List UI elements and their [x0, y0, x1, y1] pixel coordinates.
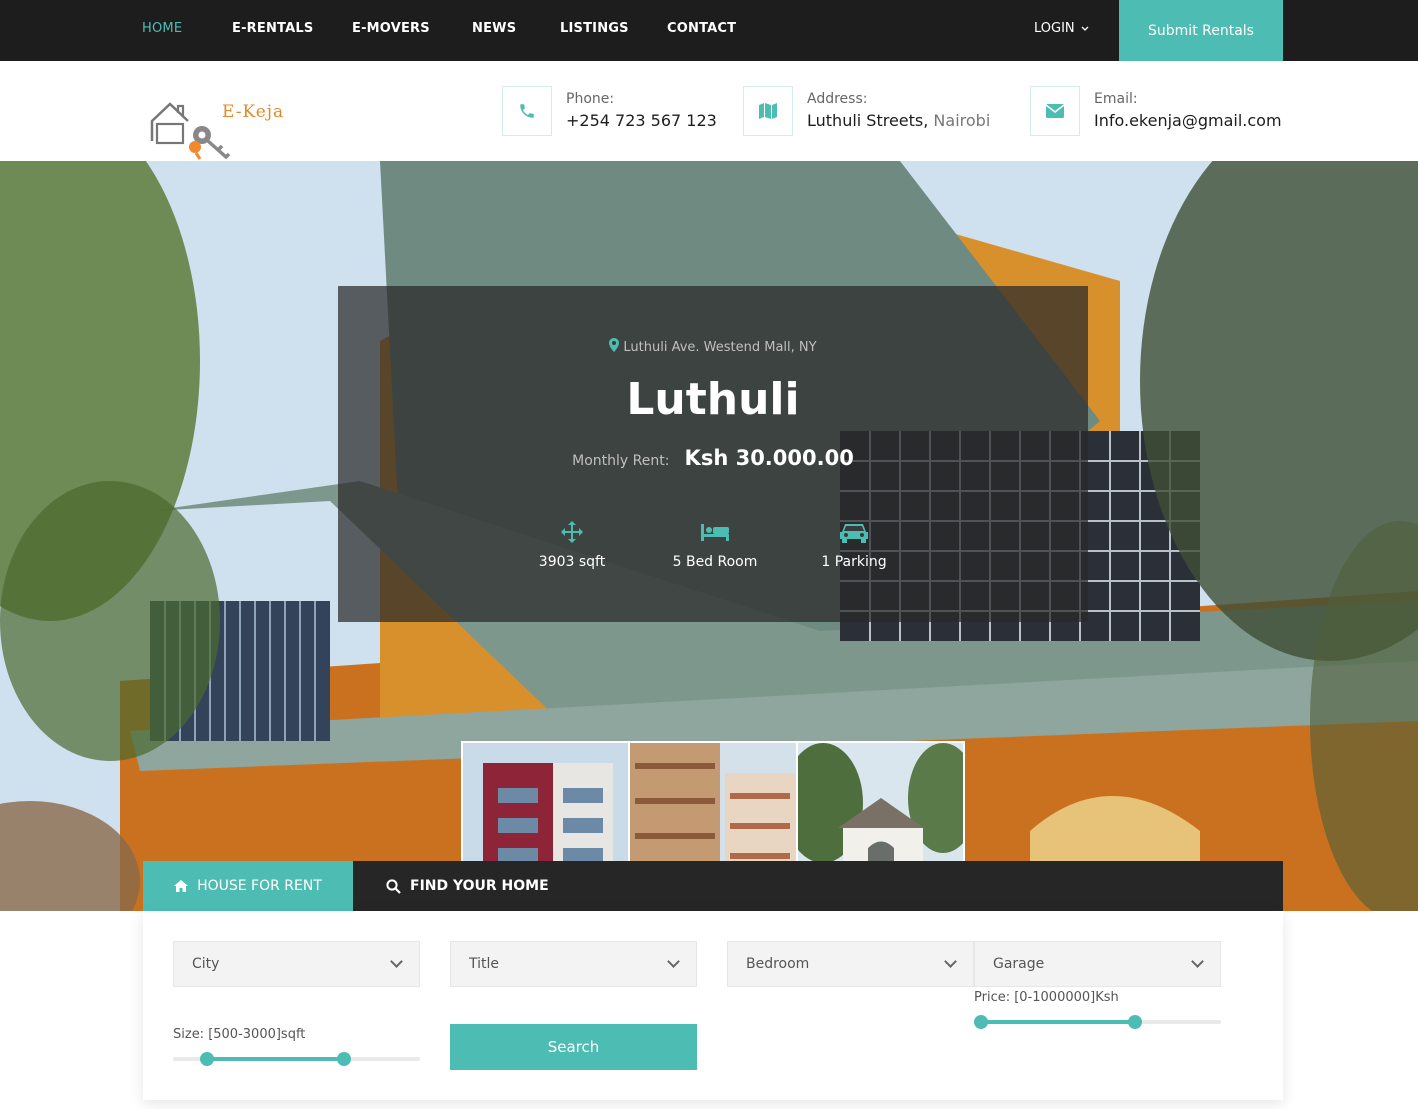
bedroom-select-value: Bedroom: [746, 956, 810, 972]
login-label: LOGIN: [1034, 21, 1075, 36]
city-select-value: City: [192, 956, 220, 972]
home-icon: [174, 880, 189, 892]
size-range-min-handle[interactable]: [200, 1052, 214, 1066]
phone-value: +254 723 567 123: [566, 111, 717, 130]
car-icon: [840, 524, 868, 543]
feature-area-label: 3903 sqft: [538, 554, 606, 570]
feature-parking: 1 Parking: [794, 518, 914, 570]
search-button[interactable]: Search: [450, 1024, 697, 1070]
monthly-rent: Monthly Rent: Ksh 30.000.00: [338, 446, 1088, 470]
size-range-label: Size: [500-3000]sqft: [173, 1027, 306, 1042]
chevron-down-icon: [944, 955, 957, 968]
property-location-text: Luthuli Ave. Westend Mall, NY: [623, 340, 817, 355]
nav-e-rentals[interactable]: E-RENTALS: [232, 21, 313, 36]
nav-news[interactable]: NEWS: [472, 21, 516, 36]
nav-home[interactable]: HOME: [142, 21, 182, 36]
price-range-slider[interactable]: [974, 1015, 1221, 1029]
price-range-min-handle[interactable]: [974, 1015, 988, 1029]
rent-label: Monthly Rent:: [572, 453, 670, 469]
address-contact: Address: Luthuli Streets, Nairobi: [743, 86, 990, 136]
feature-bedrooms: 5 Bed Room: [655, 518, 775, 570]
email-value[interactable]: Info.ekenja@gmail.com: [1094, 109, 1282, 133]
garage-select[interactable]: Garage: [974, 941, 1221, 987]
price-range-max-handle[interactable]: [1128, 1015, 1142, 1029]
map-marker-icon: [609, 338, 620, 352]
site-header: E-Keja Phone: +254 723 567 123 Address: …: [0, 61, 1418, 161]
property-info-card: Luthuli Ave. Westend Mall, NY Luthuli Mo…: [338, 286, 1088, 622]
title-select-value: Title: [469, 956, 500, 972]
chevron-down-icon: [390, 955, 403, 968]
feature-area: 3903 sqft: [512, 518, 632, 570]
tab-find-your-home[interactable]: FIND YOUR HOME: [386, 861, 549, 911]
size-range-fill: [207, 1057, 344, 1061]
address-label: Address:: [807, 91, 868, 107]
garage-select-value: Garage: [993, 956, 1045, 972]
chevron-down-icon: [1191, 955, 1204, 968]
arrows-move-icon: [561, 521, 583, 543]
top-navbar: HOME E-RENTALS E-MOVERS NEWS LISTINGS CO…: [0, 0, 1418, 61]
property-title: Luthuli: [626, 374, 800, 425]
email-contact: Email: Info.ekenja@gmail.com: [1030, 86, 1282, 136]
nav-e-movers[interactable]: E-MOVERS: [352, 21, 430, 36]
size-range-max-handle[interactable]: [337, 1052, 351, 1066]
address-value: Luthuli Streets, Nairobi: [807, 109, 990, 133]
nav-contact[interactable]: CONTACT: [667, 21, 736, 36]
property-location: Luthuli Ave. Westend Mall, NY: [338, 338, 1088, 355]
rent-value: Ksh 30.000.00: [684, 446, 854, 470]
hero-banner: Luthuli Ave. Westend Mall, NY Luthuli Mo…: [0, 161, 1418, 911]
bedroom-select[interactable]: Bedroom: [727, 941, 974, 987]
logo-text: E-Keja: [222, 102, 285, 122]
nav-listings[interactable]: LISTINGS: [560, 21, 629, 36]
city-select[interactable]: City: [173, 941, 420, 987]
chevron-down-icon: [1081, 26, 1089, 31]
phone-contact: Phone: +254 723 567 123: [502, 86, 717, 136]
bed-icon: [701, 524, 729, 541]
price-range-fill: [981, 1020, 1135, 1024]
login-dropdown[interactable]: LOGIN: [1034, 21, 1089, 36]
address-street: Luthuli Streets,: [807, 111, 929, 130]
search-tabs: HOUSE FOR RENT FIND YOUR HOME: [143, 861, 1283, 911]
feature-bedrooms-label: 5 Bed Room: [672, 554, 758, 570]
tab-house-for-rent[interactable]: HOUSE FOR RENT: [143, 861, 353, 911]
chevron-down-icon: [667, 955, 680, 968]
search-icon: [386, 878, 401, 894]
tab-house-for-rent-label: HOUSE FOR RENT: [197, 878, 322, 894]
phone-icon: [502, 86, 552, 136]
email-label: Email:: [1094, 91, 1138, 107]
tab-find-your-home-label: FIND YOUR HOME: [410, 878, 549, 894]
size-range-slider[interactable]: [173, 1052, 420, 1066]
title-select[interactable]: Title: [450, 941, 697, 987]
phone-label: Phone:: [566, 91, 615, 107]
search-form: City Title Bedroom Garage Price: [0-1000…: [143, 911, 1283, 1100]
submit-rentals-button[interactable]: Submit Rentals: [1119, 0, 1283, 61]
price-range-label: Price: [0-1000000]Ksh: [974, 990, 1119, 1005]
address-city: Nairobi: [928, 111, 991, 130]
feature-parking-label: 1 Parking: [821, 554, 887, 570]
envelope-icon: [1030, 86, 1080, 136]
map-icon: [743, 86, 793, 136]
